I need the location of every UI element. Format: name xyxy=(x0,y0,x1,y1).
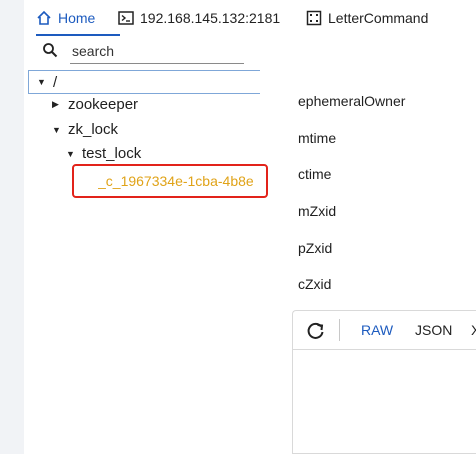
command-icon xyxy=(306,10,322,26)
caret-down-icon[interactable]: ▼ xyxy=(52,125,64,135)
tree-node-label: test_lock xyxy=(82,145,142,162)
field-czxid: cZxid xyxy=(298,276,332,292)
terminal-icon xyxy=(118,11,134,25)
toolbar-divider xyxy=(339,319,340,341)
search-input[interactable] xyxy=(70,38,244,64)
search-bar xyxy=(24,36,259,66)
node-tree: ▼ / ▶ zookeeper ▼ zk_lock ▼ test_lock _c… xyxy=(24,68,268,218)
caret-down-icon[interactable]: ▼ xyxy=(37,77,49,87)
data-editor: RAW JSON X xyxy=(292,310,476,454)
field-mtime: mtime xyxy=(298,130,337,146)
tree-node-label: _c_1967334e-1cba-4b8e xyxy=(98,173,254,189)
refresh-icon[interactable] xyxy=(305,320,327,342)
tab-command[interactable]: LetterCommand xyxy=(306,0,476,36)
raw-view-button[interactable]: RAW xyxy=(361,322,393,338)
tab-command-label: LetterCommand xyxy=(328,10,429,26)
tab-server-label: 192.168.145.132:2181 xyxy=(140,10,281,26)
tab-server[interactable]: 192.168.145.132:2181 xyxy=(118,0,328,36)
tree-root-label: / xyxy=(53,73,58,91)
tree-root-node[interactable]: ▼ / xyxy=(28,70,260,94)
tree-node-zk-lock[interactable]: ▼ zk_lock xyxy=(52,121,118,138)
search-icon xyxy=(42,42,58,58)
editor-toolbar: RAW JSON X xyxy=(293,311,476,350)
left-gutter xyxy=(0,0,24,454)
tree-node-label: zk_lock xyxy=(68,121,119,138)
field-ctime: ctime xyxy=(298,166,332,182)
x-view-button[interactable]: X xyxy=(471,322,476,338)
tab-home[interactable]: Home xyxy=(36,0,120,36)
tree-node-lock-child[interactable]: _c_1967334e-1cba-4b8e xyxy=(72,164,268,198)
caret-down-icon[interactable]: ▼ xyxy=(66,149,78,159)
home-icon xyxy=(36,10,52,26)
tree-node-label: zookeeper xyxy=(68,96,139,113)
field-ephemeral-owner: ephemeralOwner xyxy=(298,93,406,109)
field-mzxid: mZxid xyxy=(298,203,337,219)
tree-node-zookeeper[interactable]: ▶ zookeeper xyxy=(52,96,138,113)
field-pzxid: pZxid xyxy=(298,240,333,256)
caret-right-icon[interactable]: ▶ xyxy=(52,99,64,110)
json-view-button[interactable]: JSON xyxy=(415,322,452,338)
tree-node-test-lock[interactable]: ▼ test_lock xyxy=(66,145,141,162)
tab-home-label: Home xyxy=(58,10,96,26)
tab-bar: Home 192.168.145.132:2181 LetterCommand xyxy=(24,0,476,36)
